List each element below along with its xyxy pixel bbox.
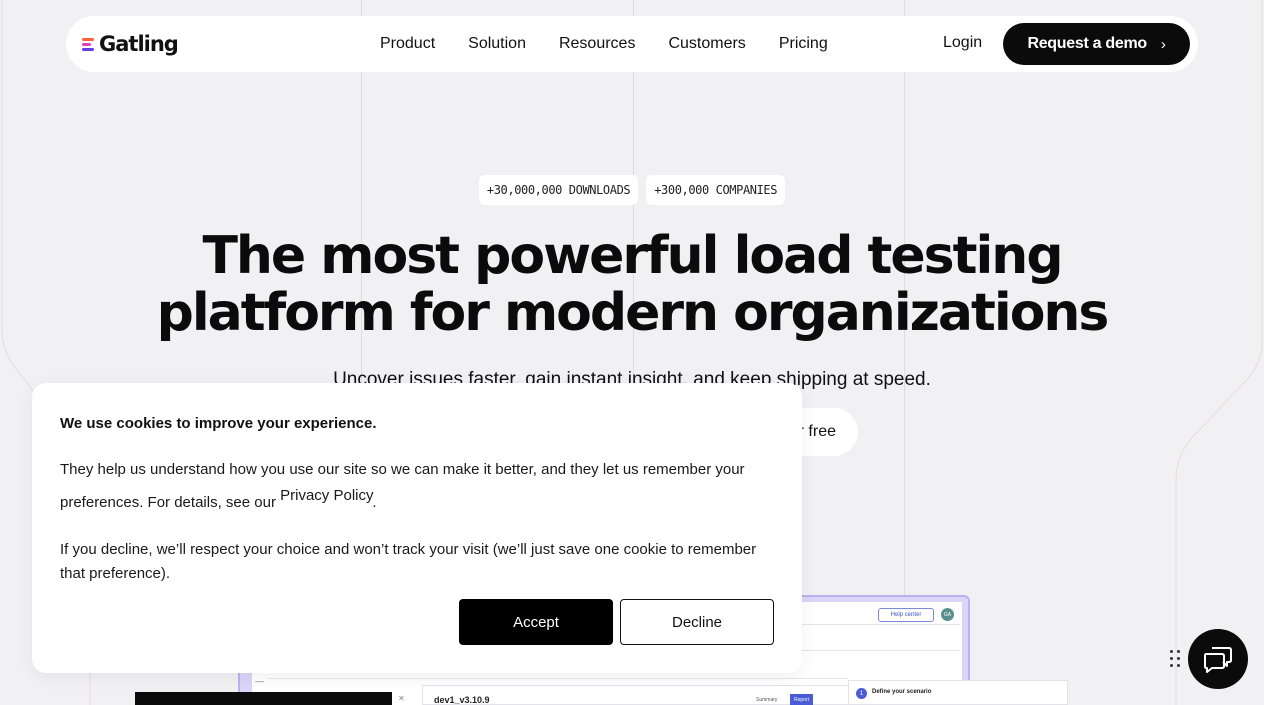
mockup-version-label: dev1_v3.10.9 (434, 695, 490, 705)
logo-text: Gatling (99, 32, 179, 56)
hero-title-line-1: The most powerful load testing (202, 226, 1063, 286)
minus-icon: — (255, 676, 264, 686)
drag-handle-icon[interactable] (1170, 650, 1182, 668)
close-icon: ✕ (398, 694, 405, 703)
try-free-label: r free (798, 423, 836, 440)
mockup-tab-summary: Summary (756, 696, 778, 703)
cookie-decline-note: If you decline, we’ll respect your choic… (60, 541, 757, 582)
mockup-dark-panel (135, 692, 392, 705)
mockup-help-center: Help center (878, 608, 934, 622)
companies-badge: +300,000 COMPANIES (646, 175, 786, 205)
request-demo-button[interactable]: Request a demo › (1003, 23, 1190, 65)
hero-title-line-2: platform for modern organizations (156, 283, 1110, 343)
gatling-logo[interactable]: Gatling (82, 30, 179, 58)
avatar-initials: GA (943, 611, 952, 618)
chevron-right-icon: › (1160, 35, 1166, 53)
top-navigation: Gatling Product Solution Resources Custo… (66, 16, 1198, 72)
accept-button[interactable]: Accept (459, 599, 613, 645)
chat-button[interactable] (1188, 629, 1248, 689)
hero-title: The most powerful load testing platform … (0, 228, 1264, 342)
mockup-tab-report: Report (790, 694, 814, 705)
avatar: GA (941, 608, 954, 621)
nav-links: Product Solution Resources Customers Pri… (380, 16, 828, 72)
login-link[interactable]: Login (943, 34, 982, 52)
mockup-divider (268, 678, 848, 679)
chat-bubbles-icon (1204, 647, 1232, 673)
cookie-description: They help us understand how you use our … (60, 453, 780, 519)
logo-speed-lines-icon (82, 36, 98, 52)
stats-badges: +30,000,000 DOWNLOADS +300,000 COMPANIES (0, 175, 1264, 205)
mockup-step-number: 1 (856, 688, 867, 699)
cookie-description-end: . (372, 494, 377, 511)
privacy-policy-link[interactable]: Privacy Policy (280, 487, 372, 504)
downloads-badge: +30,000,000 DOWNLOADS (478, 175, 639, 205)
cookie-title: We use cookies to improve your experienc… (60, 415, 377, 432)
nav-link-product[interactable]: Product (380, 35, 435, 53)
request-demo-label: Request a demo (1027, 35, 1147, 52)
mockup-step-label: Define your scenario (872, 689, 932, 695)
cookie-banner: We use cookies to improve your experienc… (32, 383, 802, 673)
nav-link-customers[interactable]: Customers (668, 35, 745, 53)
nav-link-pricing[interactable]: Pricing (779, 35, 828, 53)
nav-link-resources[interactable]: Resources (559, 35, 635, 53)
nav-link-solution[interactable]: Solution (468, 35, 526, 53)
decline-button[interactable]: Decline (620, 599, 774, 645)
cookie-description-text: They help us understand how you use our … (60, 461, 745, 511)
mockup-help-label: Help center (890, 612, 922, 618)
